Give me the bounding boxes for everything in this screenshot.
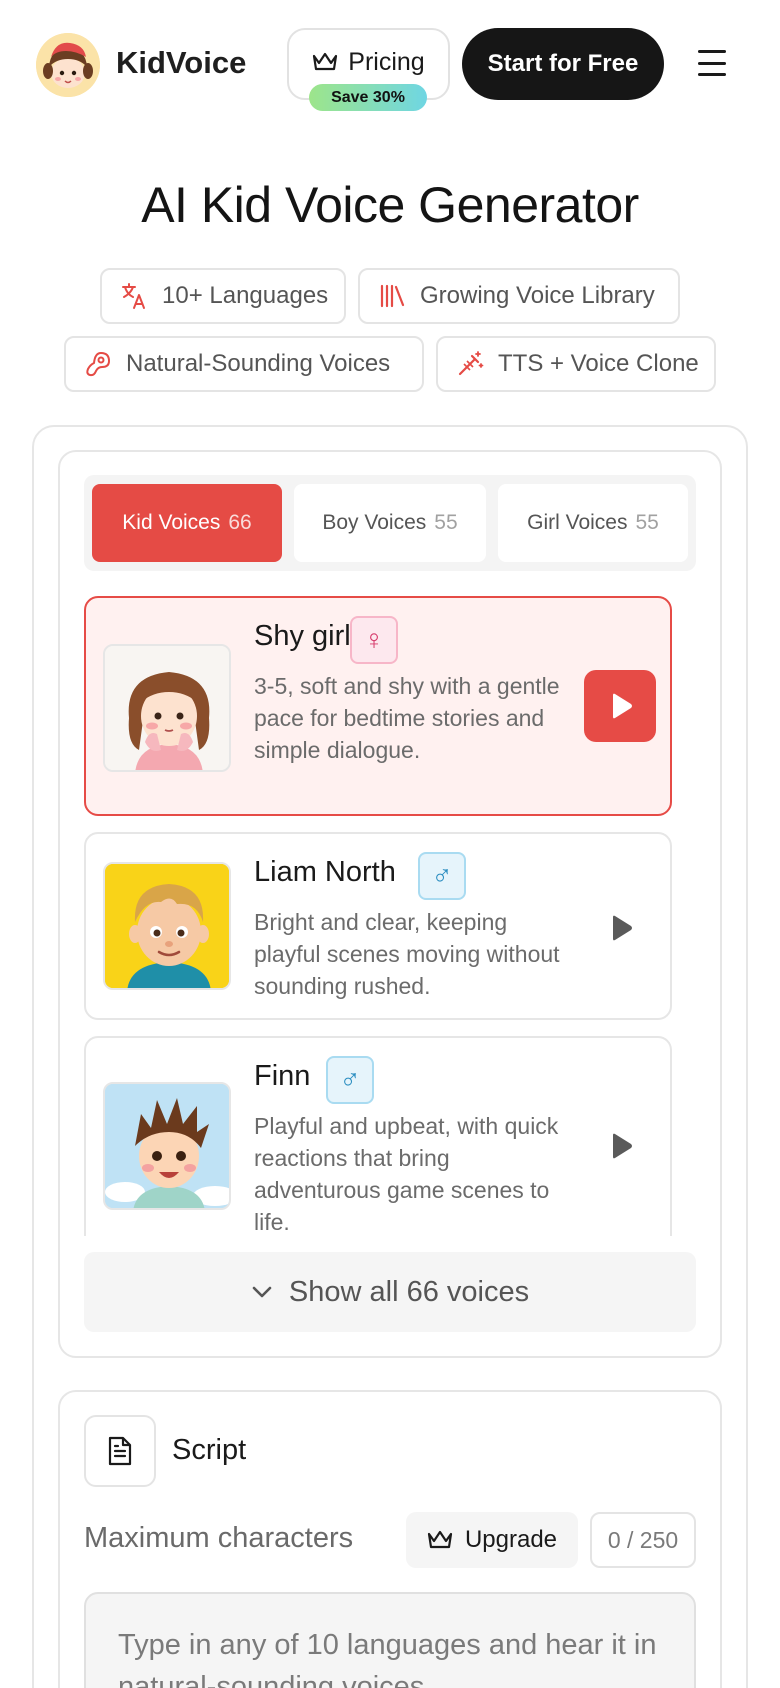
show-all-label: Show all 66 voices [288, 1275, 530, 1308]
tab-boy-voices[interactable]: Boy Voices 55 [294, 484, 486, 562]
feature-chip-natural: Natural-Sounding Voices [64, 336, 424, 392]
play-button[interactable] [584, 670, 656, 742]
crown-icon [427, 1530, 453, 1549]
feature-label: 10+ Languages [162, 282, 329, 309]
logo[interactable] [36, 33, 100, 97]
script-input[interactable]: Type in any of 10 languages and hear it … [84, 1592, 696, 1688]
play-button[interactable] [584, 892, 656, 964]
start-for-free-button[interactable]: Start for Free [462, 28, 664, 100]
voice-name: Finn [254, 1060, 311, 1092]
liam-avatar-icon [105, 864, 229, 988]
male-gender-icon: ♂ [326, 1056, 374, 1104]
avatar [103, 862, 231, 990]
character-counter: 0 / 250 [590, 1512, 696, 1568]
show-all-voices-button[interactable]: Show all 66 voices [84, 1252, 696, 1332]
tab-count: 66 [228, 511, 252, 534]
feature-chip-tts-clone: TTS + Voice Clone [436, 336, 716, 392]
pricing-label: Pricing [348, 47, 425, 76]
logo-girl-icon [36, 33, 100, 97]
translate-icon [122, 283, 145, 309]
magic-wand-icon [458, 351, 484, 376]
upgrade-label: Upgrade [464, 1526, 558, 1553]
play-icon [613, 1133, 632, 1159]
tab-kid-voices[interactable]: Kid Voices 66 [92, 484, 282, 562]
save-badge: Save 30% [309, 84, 427, 111]
male-gender-icon: ♂ [418, 852, 466, 900]
page-title: AI Kid Voice Generator [141, 177, 639, 233]
voice-wave-icon [86, 352, 110, 377]
tab-label: Boy Voices [322, 511, 427, 534]
document-icon [84, 1415, 156, 1487]
play-icon [613, 915, 632, 941]
tab-count: 55 [635, 511, 659, 534]
voice-item-liam-north[interactable]: Liam North ♂ Bright and clear, keeping p… [84, 832, 672, 1020]
feature-chip-library: Growing Voice Library [358, 268, 680, 324]
voice-item-finn[interactable]: Finn ♂ Playful and upbeat, with quick re… [84, 1036, 672, 1236]
script-title: Script [172, 1434, 247, 1466]
max-characters-label: Maximum characters [84, 1522, 354, 1554]
hamburger-menu-icon[interactable] [698, 50, 726, 76]
tab-label: Kid Voices [122, 511, 221, 534]
library-icon [380, 284, 405, 308]
voice-tabs: Kid Voices 66 Boy Voices 55 Girl Voices … [84, 475, 696, 571]
brand-name[interactable]: KidVoice [116, 45, 246, 81]
feature-chip-languages: 10+ Languages [100, 268, 346, 324]
voice-name: Liam North [254, 856, 396, 888]
voice-description: 3-5, soft and shy with a gentle pace for… [254, 673, 560, 763]
feature-label: TTS + Voice Clone [498, 350, 699, 377]
voice-item-shy-girl[interactable]: Shy girl ♀ 3-5, soft and shy with a gent… [84, 596, 672, 816]
voice-list: Shy girl ♀ 3-5, soft and shy with a gent… [84, 596, 674, 1236]
tab-count: 55 [434, 511, 458, 534]
tab-girl-voices[interactable]: Girl Voices 55 [498, 484, 688, 562]
female-gender-icon: ♀ [350, 616, 398, 664]
voice-name: Shy girl [254, 620, 351, 652]
avatar [103, 1082, 231, 1210]
crown-icon [313, 52, 338, 71]
play-icon [613, 693, 632, 719]
voice-description: Bright and clear, keeping playful scenes… [254, 909, 560, 999]
chevron-down-icon [252, 1286, 272, 1298]
tab-label: Girl Voices [527, 511, 628, 534]
voice-description: Playful and upbeat, with quick reactions… [254, 1113, 559, 1235]
shy-girl-avatar-icon [105, 646, 229, 770]
feature-label: Natural-Sounding Voices [126, 350, 391, 377]
site-header: KidVoice Pricing Save 30% Start for Free [0, 0, 780, 128]
finn-avatar-icon [105, 1084, 229, 1208]
upgrade-button[interactable]: Upgrade [406, 1512, 578, 1568]
feature-label: Growing Voice Library [420, 282, 655, 309]
play-button[interactable] [584, 1110, 656, 1182]
avatar [103, 644, 231, 772]
